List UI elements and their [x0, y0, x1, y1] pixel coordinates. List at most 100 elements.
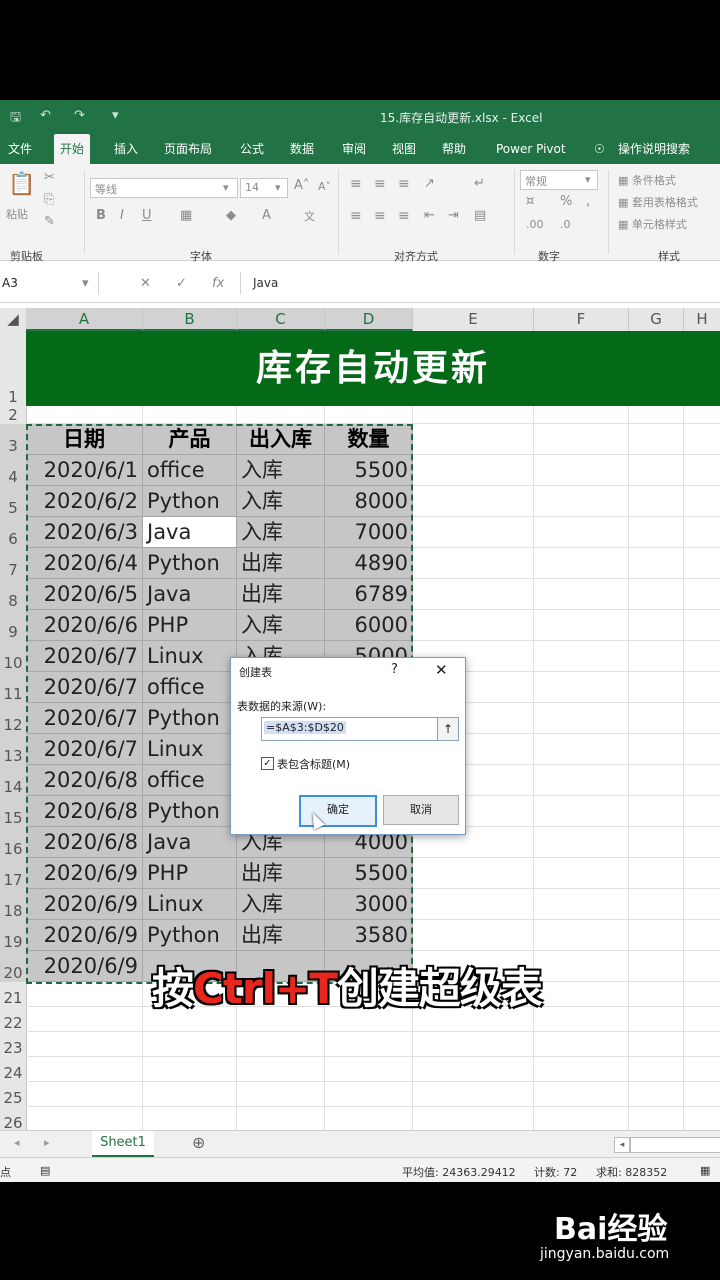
conditional-formatting-button[interactable]: ▦ 条件格式 [618, 172, 676, 188]
cell-product[interactable]: PHP [143, 858, 237, 889]
cell-quantity[interactable]: 3000 [325, 889, 413, 920]
hscroll-left-icon[interactable]: ◂ [614, 1137, 630, 1153]
currency-icon[interactable]: ¤ [526, 194, 534, 209]
insert-function-icon[interactable]: fx [212, 276, 224, 291]
formula-input[interactable]: Java [240, 272, 720, 294]
row-header[interactable]: 23 [0, 1032, 27, 1057]
cell-date[interactable]: 2020/6/1 [26, 455, 143, 486]
phonetic-icon[interactable]: 文 [304, 208, 315, 224]
cell-in-out[interactable]: 入库 [237, 517, 325, 548]
cell-product[interactable]: Linux [143, 889, 237, 920]
comma-style-icon[interactable]: , [586, 194, 590, 209]
cell-quantity[interactable]: 7000 [325, 517, 413, 548]
cell-in-out[interactable]: 入库 [237, 486, 325, 517]
cell-date[interactable]: 2020/6/7 [26, 703, 143, 734]
copy-icon[interactable]: ⎘ [44, 192, 54, 207]
row-header[interactable]: 3 [0, 424, 27, 455]
cell-product[interactable]: Python [143, 703, 237, 734]
table-header-quantity[interactable]: 数量 [325, 424, 413, 455]
cell-in-out[interactable]: 出库 [237, 920, 325, 951]
cell-date[interactable]: 2020/6/5 [26, 579, 143, 610]
cell-quantity[interactable]: 6000 [325, 610, 413, 641]
banner-title[interactable]: 库存自动更新 [26, 331, 720, 406]
row-header[interactable]: 13 [0, 734, 27, 765]
tab-home[interactable]: 开始 [54, 134, 91, 164]
page-view-icon[interactable]: ▦ [700, 1164, 710, 1177]
cell-product[interactable]: Python [143, 920, 237, 951]
cell-date[interactable]: 2020/6/2 [26, 486, 143, 517]
font-size-select[interactable]: 14 ▾ [240, 178, 288, 198]
font-name-select[interactable]: 等线 ▾ [90, 178, 238, 198]
shrink-font-icon[interactable]: A˅ [318, 180, 331, 193]
customize-toolbar-icon[interactable]: ▾ [112, 108, 119, 123]
cell-date[interactable]: 2020/6/9 [26, 858, 143, 889]
tab-help[interactable]: 帮助 [436, 134, 472, 164]
cell-date[interactable]: 2020/6/3 [26, 517, 143, 548]
cell-product[interactable]: Python [143, 486, 237, 517]
column-header-f[interactable]: F [534, 308, 629, 331]
cut-icon[interactable]: ✂ [44, 170, 55, 185]
tab-insert[interactable]: 插入 [108, 134, 144, 164]
bold-icon[interactable]: B [96, 208, 106, 223]
decrease-indent-icon[interactable]: ⇤ [424, 208, 435, 223]
row-header[interactable]: 1 [0, 331, 27, 406]
cell-date[interactable]: 2020/6/9 [26, 889, 143, 920]
row-header[interactable]: 26 [0, 1107, 27, 1131]
row-header[interactable]: 25 [0, 1082, 27, 1107]
cell-date[interactable]: 2020/6/7 [26, 734, 143, 765]
horizontal-scrollbar[interactable] [630, 1137, 720, 1153]
increase-decimal-icon[interactable]: .00 [526, 218, 544, 231]
row-header[interactable]: 18 [0, 889, 27, 920]
row-header[interactable]: 6 [0, 517, 27, 548]
cell-date[interactable]: 2020/6/8 [26, 796, 143, 827]
underline-icon[interactable]: U [142, 208, 152, 223]
cell-date[interactable]: 2020/6/7 [26, 672, 143, 703]
merge-center-icon[interactable]: ▤ [474, 208, 486, 223]
increase-indent-icon[interactable]: ⇥ [448, 208, 459, 223]
has-headers-label[interactable]: 表包含标题(M) [277, 756, 350, 772]
row-header[interactable]: 21 [0, 982, 27, 1007]
sheet-tab-sheet1[interactable]: Sheet1 [92, 1131, 154, 1157]
chevron-down-icon[interactable]: ▾ [82, 276, 89, 291]
cell-date[interactable]: 2020/6/8 [26, 827, 143, 858]
column-header-c[interactable]: C [237, 308, 325, 331]
cell-quantity[interactable]: 8000 [325, 486, 413, 517]
paste-icon[interactable]: 📋 [8, 172, 35, 197]
orientation-icon[interactable]: ↗ [424, 176, 435, 191]
row-header[interactable]: 12 [0, 703, 27, 734]
cell-product[interactable]: Java [143, 579, 237, 610]
help-icon[interactable]: ? [391, 662, 398, 677]
format-painter-icon[interactable]: ✎ [44, 214, 55, 229]
tab-data[interactable]: 数据 [284, 134, 320, 164]
align-bottom-icon[interactable]: ≡ [398, 176, 410, 192]
range-input[interactable]: =$A$3:$D$20 [261, 717, 439, 741]
table-header-product[interactable]: 产品 [143, 424, 237, 455]
row-header[interactable]: 5 [0, 486, 27, 517]
percent-icon[interactable]: % [560, 194, 572, 209]
cell-date[interactable]: 2020/6/4 [26, 548, 143, 579]
decrease-decimal-icon[interactable]: .0 [560, 218, 571, 231]
grow-font-icon[interactable]: A˄ [294, 178, 309, 193]
tell-me-search[interactable]: 操作说明搜索 [612, 134, 696, 164]
row-header[interactable]: 9 [0, 610, 27, 641]
row-header[interactable]: 14 [0, 765, 27, 796]
font-color-icon[interactable]: A [262, 208, 271, 223]
tab-formulas[interactable]: 公式 [234, 134, 270, 164]
cell-quantity[interactable]: 3580 [325, 920, 413, 951]
tab-power-pivot[interactable]: Power Pivot [490, 134, 572, 164]
cell-styles-button[interactable]: ▦ 单元格样式 [618, 216, 687, 232]
collapse-dialog-icon[interactable]: ↑ [437, 717, 459, 741]
cell-product[interactable]: Python [143, 796, 237, 827]
row-header[interactable]: 15 [0, 796, 27, 827]
cell-product[interactable]: Java [143, 827, 237, 858]
column-header-b[interactable]: B [143, 308, 237, 331]
undo-icon[interactable]: ↶ [40, 108, 51, 123]
column-header-a[interactable]: A [26, 308, 143, 331]
row-header[interactable]: 2 [0, 406, 27, 424]
cell-in-out[interactable]: 出库 [237, 548, 325, 579]
align-right-icon[interactable]: ≡ [398, 208, 410, 224]
cell-grid[interactable]: 1 2 3 4 5 6 7 8 9 10 11 12 13 14 15 16 17 18 19 20 21 22 23 24 2… [0, 331, 720, 1131]
cell-date[interactable]: 2020/6/6 [26, 610, 143, 641]
row-header[interactable]: 10 [0, 641, 27, 672]
fill-color-icon[interactable]: ◆ [226, 208, 236, 223]
